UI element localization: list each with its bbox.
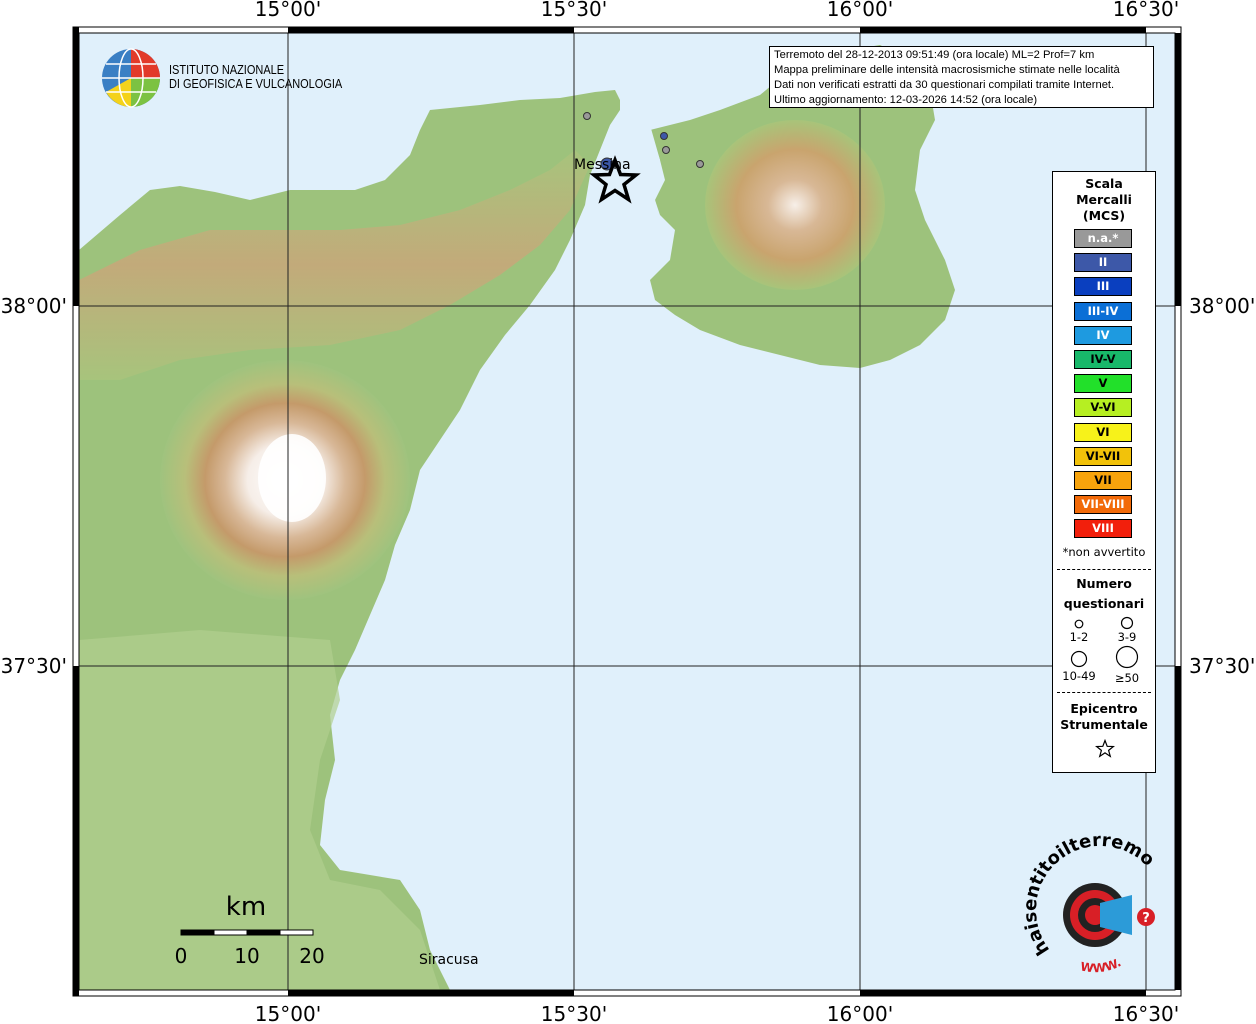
x-tick-top-2: 15°30' <box>541 0 607 21</box>
legend-divider <box>1057 692 1151 693</box>
legend-count-title: Numero questionari <box>1053 574 1155 614</box>
x-tick-top-3: 16°00' <box>827 0 893 21</box>
y-tick-right-1: 38°00' <box>1189 294 1255 318</box>
point-na[interactable] <box>583 112 591 120</box>
legend-swatch-iv-v: IV-V <box>1074 350 1132 369</box>
x-tick-bottom-4: 16°30' <box>1113 1002 1179 1024</box>
legend-swatch-vii-viii: VII-VIII <box>1074 495 1132 515</box>
legend-epicenter-line2: Strumentale <box>1060 717 1148 732</box>
place-label-messina: Messina <box>574 157 631 173</box>
scale-bar-tick-20: 20 <box>299 944 324 968</box>
legend-swatch-iii: III <box>1074 277 1132 297</box>
legend-swatch-viii: VIII <box>1074 519 1132 539</box>
legend-count-title-line1: Numero <box>1076 576 1132 591</box>
legend-swatch-ii: II <box>1074 253 1132 273</box>
legend-count-1-2: 1-2 <box>1069 630 1089 644</box>
event-info-line3: Dati non verificati estratti da 30 quest… <box>774 79 1115 91</box>
y-tick-left-1: 38°00' <box>1 294 67 318</box>
legend-swatch-iii-iv: III-IV <box>1074 301 1132 321</box>
legend-swatch-v-vi: V-VI <box>1074 398 1132 418</box>
x-tick-bottom-3: 16°00' <box>827 1002 893 1024</box>
scale-bar-unit: km <box>226 892 266 922</box>
scale-bar-tick-0: 0 <box>175 944 188 968</box>
etna-summit <box>258 434 326 522</box>
event-info-box: Terremoto del 28-12-2013 09:51:49 (ora l… <box>769 46 1154 108</box>
legend-count-50-plus: ≥50 <box>1114 671 1140 685</box>
legend-star-icon <box>1095 739 1115 758</box>
legend-title-line3: (MCS) <box>1082 208 1126 223</box>
svg-text:?: ? <box>1142 911 1150 926</box>
legend-count-10-49: 10-49 <box>1062 669 1096 683</box>
aspromonte-relief <box>705 120 885 290</box>
ingv-name-line2: DI GEOFISICA E VULCANOLOGIA <box>169 76 343 91</box>
event-info-line1: Terremoto del 28-12-2013 09:51:49 (ora l… <box>774 49 1095 61</box>
legend-title: Scala Mercalli (MCS) <box>1053 176 1155 224</box>
x-tick-top-1: 15°00' <box>255 0 321 21</box>
y-tick-right-2: 37°30' <box>1189 654 1255 678</box>
event-info-line4: Ultimo aggiornamento: 12-03-2026 14:52 (… <box>774 94 1038 106</box>
legend-swatch-vi-vii: VI-VII <box>1074 446 1132 466</box>
event-info-line2: Mappa preliminare delle intensità macros… <box>774 64 1120 76</box>
legend-title-line2: Mercalli <box>1076 192 1132 207</box>
x-tick-bottom-1: 15°00' <box>255 1002 321 1024</box>
y-tick-left-2: 37°30' <box>1 654 67 678</box>
legend-swatch-n-a: n.a.* <box>1074 229 1132 248</box>
legend-count-3-9: 3-9 <box>1117 630 1137 644</box>
mcs-legend: Scala Mercalli (MCS) n.a.* II III III-IV IV I… <box>1052 171 1156 773</box>
legend-epicenter-title: Epicentro Strumentale <box>1053 701 1155 733</box>
x-tick-bottom-2: 15°30' <box>541 1002 607 1024</box>
point-na[interactable] <box>696 160 704 168</box>
scale-bar-tick-10: 10 <box>234 944 259 968</box>
ingv-name-line1: ISTITUTO NAZIONALE <box>169 62 284 77</box>
legend-title-line1: Scala <box>1085 176 1123 191</box>
legend-note: *non avvertito <box>1062 545 1146 559</box>
legend-swatch-iv: IV <box>1074 325 1132 345</box>
point-ii[interactable] <box>660 132 668 140</box>
legend-epicenter-line1: Epicentro <box>1070 701 1138 716</box>
legend-swatch-vii: VII <box>1074 471 1132 490</box>
legend-swatch-v: V <box>1074 374 1132 394</box>
point-na[interactable] <box>662 146 670 154</box>
legend-divider <box>1057 569 1151 570</box>
x-tick-top-4: 16°30' <box>1113 0 1179 21</box>
place-label-siracusa: Siracusa <box>419 952 479 968</box>
legend-count-title-line2: questionari <box>1063 596 1145 611</box>
legend-swatch-vi: VI <box>1074 422 1132 442</box>
